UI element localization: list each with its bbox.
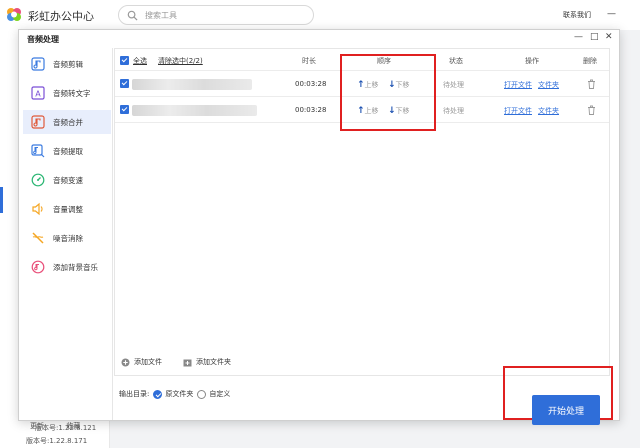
main-panel: 全选 清除选中(2/2) 时长 顺序 状态 操作 删除 00:03:28 ↑上移… [114,48,619,425]
audio-merge-icon [31,115,45,129]
sidebar-item-bg-music[interactable]: 添加背景音乐 [23,255,111,279]
search-icon [127,10,138,21]
open-file-link[interactable]: 打开文件 [504,80,532,90]
add-folder-label: 添加文件夹 [196,358,231,366]
contact-link[interactable]: 联系我们 [563,10,591,20]
svg-text:A: A [35,90,41,99]
row-checkbox[interactable] [120,105,129,114]
sidebar-item-audio-merge[interactable]: 音频合并 [23,110,111,134]
custom-label[interactable]: 自定义 [209,389,230,399]
audio-speed-icon [31,173,45,187]
sidebar-item-label: 音频剪辑 [53,59,83,69]
start-processing-button[interactable]: 开始处理 [532,395,600,425]
row-status: 待处理 [443,81,464,89]
maximize-button[interactable]: □ [590,32,599,42]
clear-selected-link[interactable]: 清除选中(2/2) [158,56,203,66]
sidebar-item-label: 音频变速 [53,175,83,185]
header-actions: 操作 [525,57,539,65]
order-highlight-box [340,54,436,131]
open-folder-link[interactable]: 文件夹 [538,106,559,116]
minimize-button[interactable]: — [574,32,583,42]
open-file-link[interactable]: 打开文件 [504,106,532,116]
sidebar-item-label: 音量调整 [53,204,83,214]
search-placeholder: 搜索工具 [145,11,177,20]
folder-plus-icon [183,359,192,366]
sidebar-item-audio-to-text[interactable]: A 音频转文字 [23,81,111,105]
volume-icon [32,202,43,216]
row-duration: 00:03:28 [295,80,327,88]
dialog-title: 音频处理 [27,35,59,44]
dialog-header: 音频处理 — □ ✕ [19,30,619,48]
app-title: 彩虹办公中心 [28,10,94,23]
sidebar-item-noise-remove[interactable]: 噪音消除 [23,226,111,250]
audio-dialog: 音频处理 — □ ✕ 音频剪辑 A 音频转文字 音频合并 音频提取 音频变速 音… [18,29,620,432]
sidebar-item-audio-extract[interactable]: 音频提取 [23,139,111,163]
noise-remove-icon [32,232,44,244]
audio-extract-icon [31,144,45,158]
sidebar-item-label: 添加背景音乐 [53,262,98,272]
header-duration: 时长 [302,57,316,65]
add-folder-button[interactable]: 添加文件夹 [183,357,231,367]
close-button[interactable]: ✕ [605,32,613,42]
sidebar-item-label: 噪音消除 [53,233,83,243]
open-folder-link[interactable]: 文件夹 [538,80,559,90]
output-dir-row: 输出目录: 原文件夹 自定义 [119,389,230,399]
row-duration: 00:03:28 [295,106,327,114]
header-delete: 删除 [583,57,597,65]
tool-sidebar: 音频剪辑 A 音频转文字 音频合并 音频提取 音频变速 音量调整 噪音消除 添加 [19,48,113,432]
trash-icon[interactable] [587,105,596,115]
sidebar-item-audio-cut[interactable]: 音频剪辑 [23,52,111,76]
filename-blurred [132,105,257,116]
select-all-label[interactable]: 全选 [133,56,147,66]
bg-music-icon [31,260,45,274]
rainbow-logo-icon [7,8,21,21]
trash-icon[interactable] [587,79,596,89]
sidebar-item-volume[interactable]: 音量调整 [23,197,111,221]
original-folder-label[interactable]: 原文件夹 [165,389,193,399]
row-checkbox[interactable] [120,79,129,88]
file-list: 全选 清除选中(2/2) 时长 顺序 状态 操作 删除 00:03:28 ↑上移… [114,48,610,376]
sidebar-item-audio-speed[interactable]: 音频变速 [23,168,111,192]
plus-circle-icon [121,358,130,366]
row-status: 待处理 [443,107,464,115]
radio-original-folder[interactable] [153,389,163,399]
dialog-version: 版本号:1.22.8.121 [35,424,97,432]
audio-cut-icon [31,57,45,71]
sidebar-item-label: 音频提取 [53,146,83,156]
sidebar-active-indicator [0,187,3,213]
app-header: 彩虹办公中心 搜索工具 联系我们 — [0,0,640,30]
add-file-button[interactable]: 添加文件 [121,357,162,367]
header-status: 状态 [449,57,463,65]
app-minimize-button[interactable]: — [607,9,616,19]
output-label: 输出目录: [119,390,150,398]
radio-custom[interactable] [197,389,207,399]
sidebar-item-label: 音频转文字 [53,88,91,98]
app-version: 版本号:1.22.8.171 [26,437,88,445]
select-all-checkbox[interactable] [120,56,129,65]
audio-to-text-icon: A [31,86,45,100]
filename-blurred [132,79,252,90]
add-file-label: 添加文件 [134,358,162,366]
sidebar-item-label: 音频合并 [53,117,83,127]
search-input[interactable]: 搜索工具 [118,5,314,25]
